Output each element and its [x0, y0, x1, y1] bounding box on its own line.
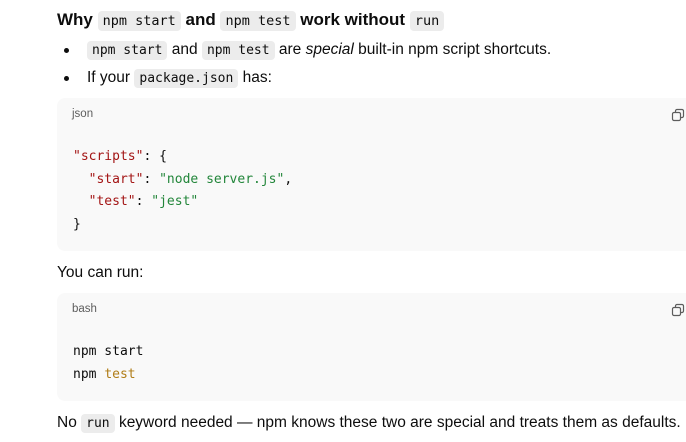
heading-text: and	[185, 10, 216, 29]
list-text: If your	[87, 69, 131, 86]
section-heading: Why npm start and npm test work without …	[57, 9, 445, 32]
inline-code: npm test	[201, 41, 275, 60]
inline-code: npm start	[87, 41, 168, 60]
inline-code: npm start	[97, 11, 181, 31]
list-text: built-in npm script shortcuts.	[358, 41, 552, 58]
heading-text: Why	[57, 10, 93, 29]
paragraph: No run keyword needed — npm knows these …	[57, 412, 681, 435]
bullet-dot	[64, 76, 69, 81]
heading-text: work without	[300, 10, 406, 29]
list-text: and	[171, 41, 198, 58]
list-item: npm start and npm test are special built…	[57, 38, 686, 66]
bullet-dot	[64, 48, 69, 53]
inline-code: run	[81, 414, 115, 433]
code-token: npm start	[73, 344, 144, 359]
emphasis-text: special	[305, 41, 354, 58]
code-content: npm start npm test	[73, 341, 143, 386]
code-token: "node server.js"	[159, 171, 285, 187]
list-item: If your package.json has:	[57, 66, 686, 94]
inline-code: run	[409, 11, 445, 31]
code-language-label: json	[72, 108, 94, 120]
copy-icon-graphic	[671, 303, 685, 317]
code-block-json: json "scripts": { "start": "node server.…	[57, 98, 686, 251]
code-token: :	[143, 171, 160, 187]
inline-code: package.json	[134, 69, 239, 88]
copy-icon[interactable]	[671, 108, 685, 122]
code-token: : {	[143, 149, 167, 164]
code-token: test	[104, 366, 136, 382]
code-token: "jest"	[151, 194, 199, 209]
paragraph-text: keyword needed — npm knows these two are…	[118, 414, 681, 431]
code-language-label: bash	[72, 303, 97, 315]
bullet-list: npm start and npm test are special built…	[57, 38, 686, 94]
code-token: npm	[73, 366, 97, 382]
copy-icon-graphic	[671, 108, 685, 122]
inline-code: npm test	[220, 11, 296, 31]
list-text: are	[278, 41, 302, 58]
list-text: has:	[242, 69, 272, 86]
code-content: "scripts": { "start": "node server.js", …	[73, 146, 292, 236]
code-block-bash: bash npm start npm test	[57, 293, 686, 401]
code-token: }	[73, 216, 81, 232]
code-token: "start"	[88, 171, 144, 187]
code-token: :	[135, 194, 152, 209]
copy-icon[interactable]	[671, 303, 685, 317]
code-token: "test"	[88, 194, 136, 209]
paragraph: You can run:	[57, 264, 144, 281]
paragraph-text: No	[57, 414, 77, 431]
code-token: "scripts"	[73, 149, 144, 164]
code-token: ,	[284, 171, 293, 187]
